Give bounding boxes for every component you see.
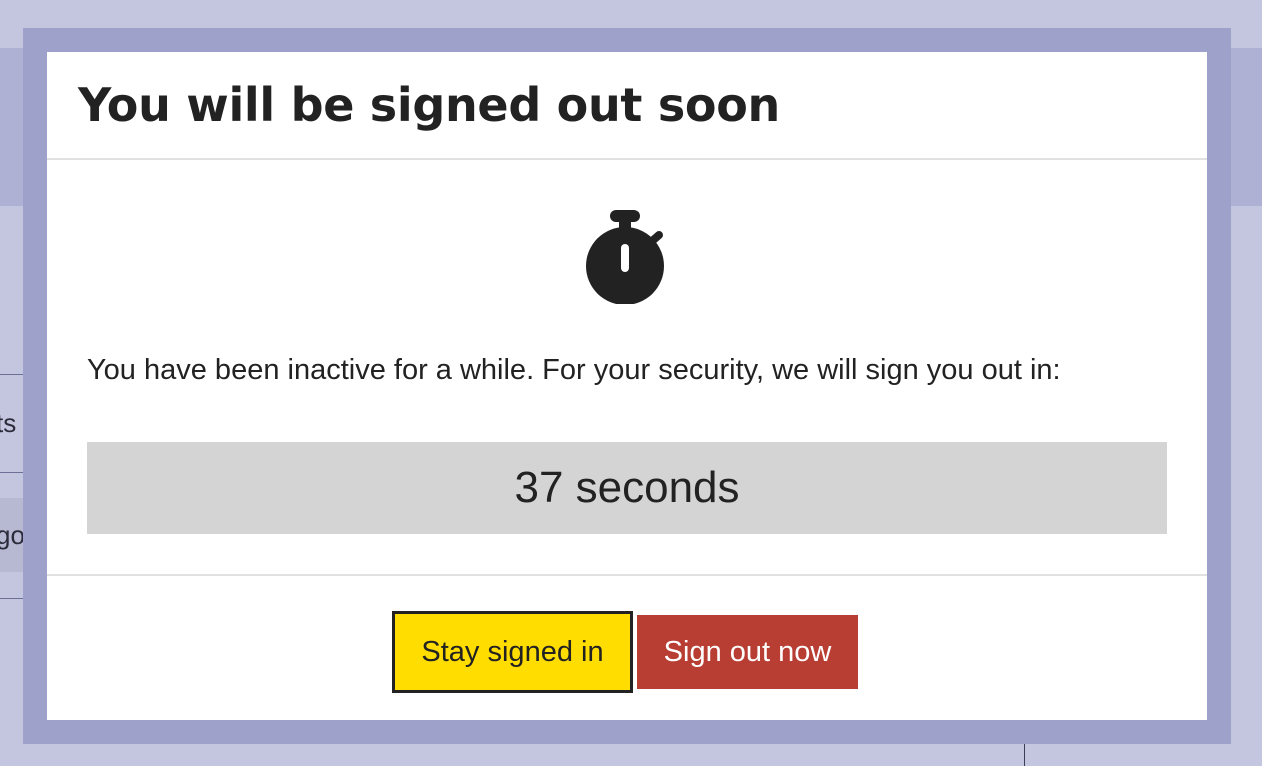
dialog-title: You will be signed out soon — [78, 78, 780, 132]
timeout-dialog: You will be signed out soon You have bee… — [47, 52, 1207, 720]
dialog-footer: Stay signed in Sign out now — [47, 576, 1207, 720]
inactivity-message: You have been inactive for a while. For … — [87, 354, 1061, 386]
stopwatch-icon — [586, 210, 664, 304]
countdown-timer: 37 seconds — [87, 442, 1167, 534]
stay-signed-in-button[interactable]: Stay signed in — [392, 611, 633, 693]
dialog-header: You will be signed out soon — [47, 52, 1207, 160]
dialog-body: You have been inactive for a while. For … — [47, 160, 1207, 576]
sign-out-now-button[interactable]: Sign out now — [637, 615, 858, 689]
